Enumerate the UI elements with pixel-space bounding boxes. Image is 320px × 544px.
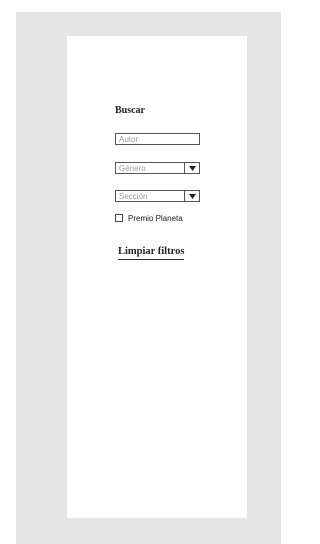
- seccion-dropdown-button[interactable]: [184, 191, 199, 201]
- genero-dropdown-button[interactable]: [184, 163, 199, 173]
- autor-placeholder: Autor: [119, 135, 139, 144]
- autor-input[interactable]: Autor: [115, 133, 200, 145]
- clear-filters-link[interactable]: Limpiar filtros: [118, 246, 185, 260]
- seccion-select[interactable]: Sección: [115, 190, 200, 202]
- chevron-down-icon: [188, 193, 196, 199]
- filter-panel: Buscar Autor Género Sección Premio Plane…: [67, 36, 247, 518]
- premio-planeta-checkbox[interactable]: [115, 214, 123, 222]
- genero-select[interactable]: Género: [115, 162, 200, 174]
- chevron-down-icon: [188, 165, 196, 171]
- premio-planeta-option[interactable]: Premio Planeta: [115, 212, 183, 224]
- filter-title: Buscar: [115, 105, 145, 116]
- genero-selected-value: Género: [119, 164, 146, 173]
- seccion-selected-value: Sección: [119, 192, 148, 201]
- premio-planeta-label: Premio Planeta: [128, 213, 183, 223]
